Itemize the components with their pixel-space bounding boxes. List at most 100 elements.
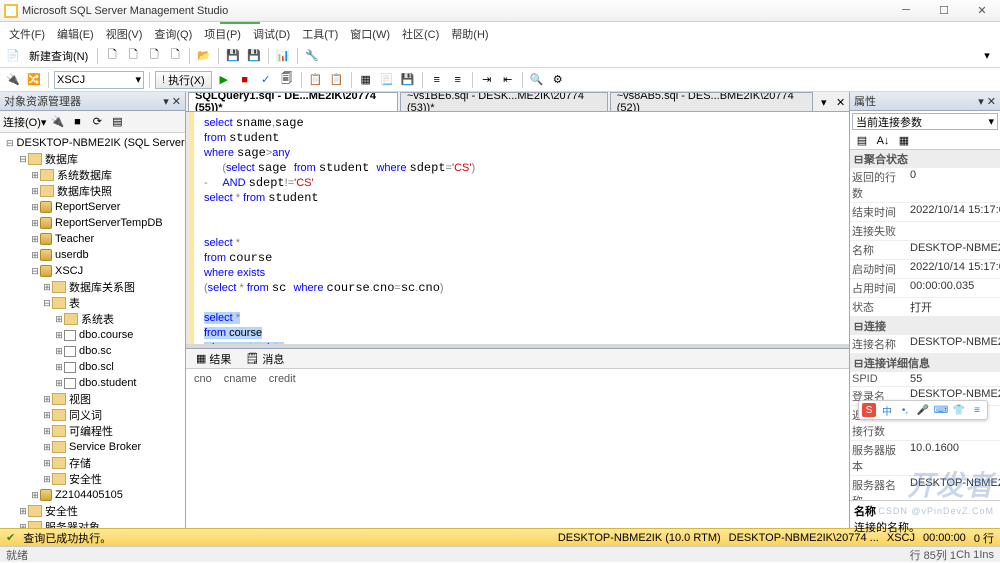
tree-node[interactable]: ⊞视图 (2, 391, 185, 407)
property-grid[interactable]: ⊟聚合状态返回的行数0结束时间2022/10/14 15:17:05连接失败名称… (850, 150, 1000, 500)
tab-close-icon[interactable]: ✕ (832, 93, 849, 111)
tree-node[interactable]: ⊞dbo.student (2, 375, 185, 391)
sql-editor[interactable]: select sname,sage from student where sag… (186, 112, 849, 344)
ime-toolbar[interactable]: S 中 •, 🎤 ⌨ 👕 ≡ (858, 400, 988, 420)
misc2-icon[interactable]: ⚙ (549, 71, 567, 89)
open-icon[interactable]: 📂 (195, 47, 213, 65)
tree-node[interactable]: ⊞Teacher (2, 231, 185, 247)
tree-node[interactable]: ⊞dbo.scl (2, 359, 185, 375)
activity-icon[interactable]: 📊 (274, 47, 292, 65)
tree-node[interactable]: ⊞Service Broker (2, 439, 185, 455)
opt2-icon[interactable]: 📋 (328, 71, 346, 89)
dropdown-icon[interactable]: ▾ (978, 47, 996, 65)
menu-item[interactable]: 工具(T) (297, 24, 343, 44)
editor-tab[interactable]: ~vs1BE6.sql - DESK...ME2IK\20774 (53))* (400, 92, 608, 111)
property-row[interactable]: 占用时间00:00:00.035 (850, 279, 1000, 298)
tree-node[interactable]: ⊞数据库快照 (2, 183, 185, 199)
misc1-icon[interactable]: 🔍 (528, 71, 546, 89)
property-row[interactable]: SPID55 (850, 372, 1000, 387)
prop-icon[interactable]: ▦ (895, 132, 913, 150)
outdent-icon[interactable]: ⇤ (499, 71, 517, 89)
stop2-icon[interactable]: ■ (68, 113, 86, 131)
maximize-button[interactable]: ☐ (930, 4, 958, 17)
tree-node[interactable]: ⊞userdb (2, 247, 185, 263)
property-row[interactable]: 结束时间2022/10/14 15:17:05 (850, 203, 1000, 222)
tree-node[interactable]: ⊞系统表 (2, 311, 185, 327)
tool-icon[interactable]: 🔧 (303, 47, 321, 65)
menu-item[interactable]: 帮助(H) (446, 24, 493, 44)
object-tree[interactable]: ⊟DESKTOP-NBME2IK (SQL Server 10.0.160⊟数据… (0, 133, 185, 528)
menu-item[interactable]: 查询(Q) (149, 24, 197, 44)
menu-item[interactable]: 文件(F) (4, 24, 50, 44)
property-row[interactable]: 服务器版本10.0.1600 (850, 441, 1000, 476)
indent-icon[interactable]: ⇥ (478, 71, 496, 89)
plan-icon[interactable]: 🗐 (278, 71, 296, 89)
save-icon[interactable]: 💾 (224, 47, 242, 65)
panel2-close-icon[interactable]: ✕ (987, 96, 996, 108)
connect-icon[interactable]: 🔌 (4, 71, 22, 89)
tree-node[interactable]: ⊞Z2104405105 (2, 487, 185, 503)
tree-node[interactable]: ⊞ReportServer (2, 199, 185, 215)
tree-node[interactable]: ⊞服务器对象 (2, 519, 185, 528)
property-row[interactable]: 名称DESKTOP-NBME2IK (850, 241, 1000, 260)
property-row[interactable]: 返回的行数0 (850, 168, 1000, 203)
stop-icon[interactable]: ■ (236, 71, 254, 89)
saveall-icon[interactable]: 💾 (245, 47, 263, 65)
tree-node[interactable]: ⊞系统数据库 (2, 167, 185, 183)
debug-icon[interactable]: ▶ (215, 71, 233, 89)
property-category[interactable]: ⊟聚合状态 (850, 150, 1000, 168)
tree-node[interactable]: ⊞数据库关系图 (2, 279, 185, 295)
menu-item[interactable]: 社区(C) (397, 24, 444, 44)
property-row[interactable]: 连接名称DESKTOP-NBME2IK (850, 335, 1000, 354)
results-grid[interactable]: cnocnamecredit (186, 369, 849, 528)
result-grid-icon[interactable]: ▦ (357, 71, 375, 89)
new-query-button[interactable]: 新建查询(N) (25, 48, 92, 64)
tree-node[interactable]: ⊞dbo.sc (2, 343, 185, 359)
menu-item[interactable]: 项目(P) (199, 24, 246, 44)
tree-node[interactable]: ⊟数据库 (2, 151, 185, 167)
tree-node[interactable]: ⊞存储 (2, 455, 185, 471)
property-row[interactable]: 状态打开 (850, 298, 1000, 317)
tree-node[interactable]: ⊞可编程性 (2, 423, 185, 439)
filter-icon[interactable]: ▤ (108, 113, 126, 131)
parse-icon[interactable]: ✓ (257, 71, 275, 89)
tree-node[interactable]: ⊞dbo.course (2, 327, 185, 343)
comment-icon[interactable]: ≡ (428, 71, 446, 89)
editor-tab[interactable]: ~vs8AB5.sql - DES...BME2IK\20774 (52)) (610, 92, 814, 111)
panel-close-icon[interactable]: ✕ (172, 96, 181, 108)
property-row[interactable]: 启动时间2022/10/14 15:17:05 (850, 260, 1000, 279)
property-category[interactable]: ⊟连接详细信息 (850, 354, 1000, 372)
pin-icon[interactable]: ▾ (163, 96, 169, 108)
database-selector[interactable]: XSCJ▾ (54, 71, 144, 89)
tree-node[interactable]: ⊞安全性 (2, 503, 185, 519)
tb-icon-2[interactable]: 🗋 (124, 47, 142, 65)
opt1-icon[interactable]: 📋 (307, 71, 325, 89)
disconnect-icon[interactable]: 🔌 (48, 113, 66, 131)
tree-node[interactable]: ⊟表 (2, 295, 185, 311)
new-query-icon[interactable]: 📄 (4, 47, 22, 65)
az-icon[interactable]: A↓ (874, 132, 892, 150)
tree-node[interactable]: ⊞安全性 (2, 471, 185, 487)
property-row[interactable]: 连接失败 (850, 222, 1000, 241)
result-file-icon[interactable]: 💾 (399, 71, 417, 89)
tree-node[interactable]: ⊟DESKTOP-NBME2IK (SQL Server 10.0.160 (2, 135, 185, 151)
close-button[interactable]: ✕ (968, 4, 996, 17)
pin2-icon[interactable]: ▾ (978, 96, 984, 108)
tree-node[interactable]: ⊞ReportServerTempDB (2, 215, 185, 231)
menu-item[interactable]: 窗口(W) (345, 24, 395, 44)
execute-button[interactable]: !执行(X) (155, 71, 212, 89)
tree-node[interactable]: ⊞同义词 (2, 407, 185, 423)
menu-item[interactable]: 编辑(E) (52, 24, 99, 44)
minimize-button[interactable]: ─ (892, 4, 920, 17)
tree-node[interactable]: ⊟XSCJ (2, 263, 185, 279)
property-object-selector[interactable]: 当前连接参数▾ (852, 113, 998, 130)
menu-item[interactable]: 调试(D) (248, 24, 295, 44)
tab-dropdown-icon[interactable]: ▾ (815, 93, 832, 111)
menu-item[interactable]: 视图(V) (101, 24, 148, 44)
property-category[interactable]: ⊟连接 (850, 317, 1000, 335)
result-text-icon[interactable]: 📃 (378, 71, 396, 89)
cat-icon[interactable]: ▤ (853, 132, 871, 150)
connect-button[interactable]: 连接(O)▾ (3, 114, 46, 130)
tb-icon-3[interactable]: 🗋 (145, 47, 163, 65)
property-row[interactable]: 服务器名称DESKTOP-NBME2IK (850, 476, 1000, 500)
